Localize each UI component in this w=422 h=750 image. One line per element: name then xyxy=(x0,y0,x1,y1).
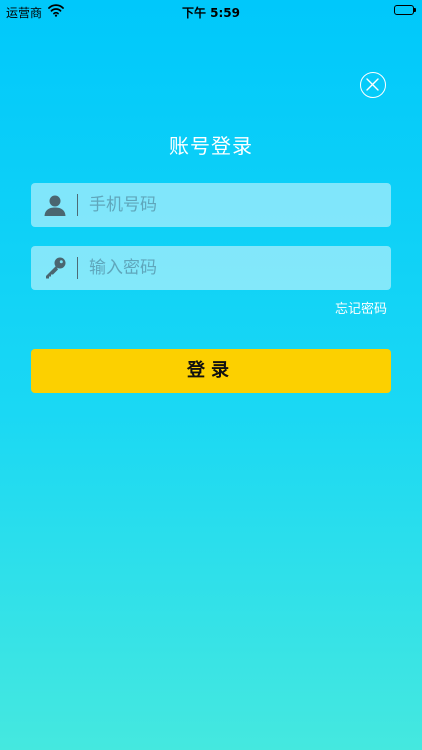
password-input[interactable] xyxy=(89,246,379,290)
field-divider xyxy=(77,257,78,279)
status-time: 下午 5:59 xyxy=(181,6,241,20)
status-bar: 运营商 下午 5:59 xyxy=(0,0,422,22)
key-icon xyxy=(43,256,67,280)
login-button[interactable]: 登录 xyxy=(31,349,391,393)
field-divider xyxy=(77,194,78,216)
page-title: 账号登录 xyxy=(169,134,253,158)
battery-icon xyxy=(394,5,416,15)
phone-input[interactable] xyxy=(89,183,379,227)
password-field[interactable] xyxy=(31,246,391,290)
close-icon xyxy=(366,78,379,91)
user-icon xyxy=(43,193,67,217)
phone-field[interactable] xyxy=(31,183,391,227)
close-button[interactable] xyxy=(360,72,386,98)
forgot-password-link[interactable]: 忘记密码 xyxy=(335,298,387,317)
